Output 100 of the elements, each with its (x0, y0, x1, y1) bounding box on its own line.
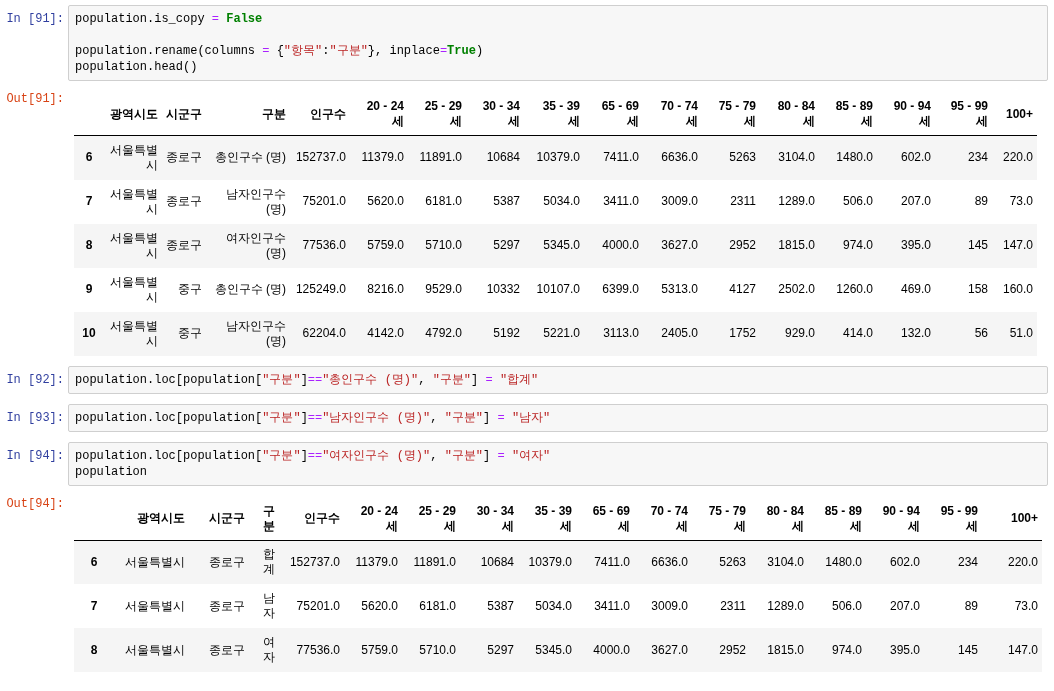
table-cell: 145 (957, 642, 978, 657)
code-line: population.head() (75, 59, 198, 75)
table-cell: 종로구 (166, 238, 202, 252)
row-index: 8 (85, 238, 93, 252)
table-cell: 5387 (493, 194, 520, 208)
code-input[interactable]: population.loc[population["구분"]=="여자인구수 (명)", "구분"] = "여자" population (68, 441, 1048, 486)
table-cell: 10332 (486, 282, 520, 296)
table-cell: 89 (974, 194, 988, 208)
row-index: 7 (90, 598, 98, 613)
table-cell: 506.0 (842, 194, 873, 208)
table-cell: 5710.0 (425, 238, 462, 252)
table-cell: 종로구 (166, 150, 202, 165)
table-cell: 602.0 (889, 554, 920, 569)
table-cell: 5620.0 (361, 598, 398, 613)
table-cell: 3104.0 (778, 150, 815, 165)
table-cell: 7411.0 (603, 150, 639, 165)
table-cell: 62204.0 (302, 326, 346, 340)
column-header: 90 - 94 세 (893, 99, 931, 128)
table-cell: 10107.0 (536, 282, 580, 296)
table-cell: 220.0 (1002, 150, 1033, 165)
input-prompt: In [91]: (5, 11, 65, 27)
table-cell: 77536.0 (302, 238, 346, 252)
table-cell: 4127 (729, 282, 756, 296)
code-input[interactable]: population.is_copy = False population.rename(columns = {"항목":"구분"}, inplace=True) population.head() (68, 5, 1048, 81)
table-cell: 395.0 (889, 642, 920, 657)
table-cell: 56 (974, 326, 988, 340)
table-cell: 145 (967, 238, 988, 252)
table-cell: 4000.0 (602, 238, 639, 252)
input-prompt: In [93]: (5, 409, 65, 426)
table-cell: 7411.0 (594, 554, 630, 569)
table-cell: 6181.0 (425, 194, 462, 208)
table-cell: 서울특별시 (110, 186, 158, 216)
column-header: 20 - 24 세 (360, 503, 398, 533)
column-header: 95 - 99 세 (950, 99, 988, 128)
table-cell: 서울특별시 (110, 318, 158, 348)
table-cell: 11379.0 (355, 554, 398, 569)
column-header: 100+ (1010, 511, 1038, 525)
table-cell: 2502.0 (778, 282, 815, 296)
table-cell: 5297 (487, 642, 514, 657)
column-header: 시군구 (209, 511, 245, 525)
column-header: 80 - 84 세 (777, 99, 815, 128)
table-cell: 73.0 (1014, 598, 1038, 613)
column-header: 75 - 79 세 (708, 503, 746, 533)
table-cell: 1289.0 (778, 194, 815, 208)
table-cell: 929.0 (784, 326, 815, 340)
column-header: 85 - 89 세 (824, 503, 862, 533)
column-header: 30 - 34 세 (482, 99, 520, 128)
table-cell: 서울특별시 (125, 554, 185, 569)
table-cell: 5263 (719, 554, 746, 569)
table-cell: 3627.0 (651, 642, 688, 657)
column-header: 65 - 69 세 (592, 503, 630, 533)
table-cell: 3411.0 (594, 598, 630, 613)
column-header: 100+ (1005, 106, 1033, 121)
table-cell: 1289.0 (767, 598, 804, 613)
table-cell: 10379.0 (528, 554, 572, 569)
table-cell: 220.0 (1007, 554, 1038, 569)
table-cell: 종로구 (209, 642, 245, 657)
table-cell: 602.0 (900, 150, 931, 165)
table-cell: 1815.0 (767, 642, 804, 657)
table-cell: 3627.0 (661, 238, 698, 252)
table-cell: 234 (957, 554, 978, 569)
code-line: population.loc[population["구분"]=="여자인구수 (명)", "구분"] = "여자" (75, 447, 551, 464)
table-cell: 77536.0 (296, 642, 340, 657)
column-header: 70 - 74 세 (660, 99, 698, 128)
table-cell: 3113.0 (603, 326, 639, 340)
table-cell: 506.0 (831, 598, 862, 613)
table-cell: 2311 (720, 598, 746, 613)
table-cell: 2952 (719, 642, 746, 657)
table-cell: 152737.0 (295, 150, 346, 165)
table-cell: 10379.0 (536, 150, 580, 165)
table-cell: 1260.0 (836, 282, 873, 296)
table-cell: 158 (967, 282, 988, 296)
code-line: population (75, 463, 147, 480)
row-index: 6 (90, 554, 98, 569)
table-cell: 11891.0 (413, 554, 456, 569)
table-cell: 469.0 (900, 282, 931, 296)
column-header: 광역시도 (137, 511, 185, 525)
column-header: 35 - 39 세 (542, 99, 580, 128)
table-cell: 11379.0 (361, 150, 404, 165)
table-cell: 6636.0 (661, 150, 698, 165)
table-cell: 중구 (178, 326, 202, 340)
row-index: 9 (85, 282, 93, 296)
table-cell: 73.0 (1009, 194, 1033, 208)
code-input[interactable]: population.loc[population["구분"]=="남자인구수 (명)", "구분"] = "남자" (68, 403, 1048, 432)
input-prompt: In [94]: (5, 447, 65, 464)
table-cell: 2952 (729, 238, 756, 252)
code-line: population.rename(columns = {"항목":"구분"}, inplace=True) (75, 43, 484, 59)
table-cell: 1480.0 (825, 554, 862, 569)
table-cell: 152737.0 (289, 554, 340, 569)
column-header: 75 - 79 세 (718, 99, 756, 128)
table-cell: 서울특별시 (110, 274, 158, 304)
table-cell: 5313.0 (661, 282, 698, 296)
table-cell: 5034.0 (543, 194, 580, 208)
table-cell: 395.0 (900, 238, 931, 252)
table-cell: 2405.0 (661, 326, 698, 340)
table-cell: 234 (967, 150, 988, 165)
code-input[interactable]: population.loc[population["구분"]=="총인구수 (명)", "구분"] = "합계" (68, 365, 1048, 394)
table-cell: 1752 (729, 326, 756, 340)
table-cell: 서울특별시 (125, 642, 185, 657)
table-cell: 여자 (263, 635, 275, 664)
